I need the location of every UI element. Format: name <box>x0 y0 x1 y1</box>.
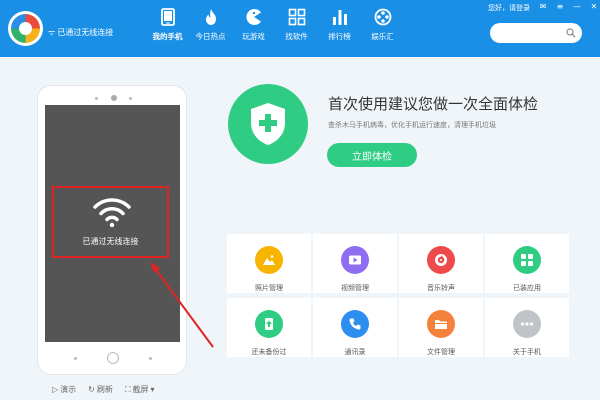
apps-icon <box>513 246 541 274</box>
tool-about-phone[interactable]: 关于手机 <box>485 298 569 357</box>
start-check-button[interactable]: 立即体检 <box>327 143 417 167</box>
app-logo[interactable] <box>8 11 43 46</box>
check-subtitle: 查杀木马手机病毒，优化手机运行速度，清理手机垃圾 <box>328 121 496 129</box>
tool-label: 已装应用 <box>513 284 541 292</box>
top-bar: ᯤ 已通过无线连接 我的手机 今日热点 玩游戏 找软件 排行榜 娱乐汇 您好，请… <box>0 0 600 57</box>
contacts-icon <box>341 310 369 338</box>
crop-icon: ⛶ <box>124 384 131 394</box>
tool-contacts[interactable]: 通讯录 <box>313 298 397 357</box>
tool-label: 音乐铃声 <box>427 284 455 292</box>
shield-plus-icon <box>251 103 285 145</box>
nav-label: 我的手机 <box>152 32 183 41</box>
nav-item-entertainment[interactable]: 娱乐汇 <box>361 8 404 50</box>
wifi-icon: ᯤ <box>48 28 56 37</box>
refresh-action[interactable]: ↻ 刷新 <box>88 384 113 395</box>
search-icon[interactable] <box>566 28 576 38</box>
music-icon <box>427 246 455 274</box>
minimize-icon[interactable]: — <box>571 2 583 12</box>
folder-icon <box>427 310 455 338</box>
message-icon[interactable]: ✉ <box>537 2 549 12</box>
tool-label: 关于手机 <box>513 348 541 356</box>
pacman-icon <box>245 9 261 25</box>
tool-music[interactable]: 音乐铃声 <box>399 234 483 293</box>
play-icon: ▷ <box>52 385 59 394</box>
phone-sensor <box>95 97 98 100</box>
tool-label: 还未备份过 <box>251 348 287 356</box>
phone-nav-bar <box>38 351 188 365</box>
chevron-down-icon[interactable]: ▾ <box>150 385 154 394</box>
tool-label: 通讯录 <box>344 348 366 356</box>
phone-icon <box>160 8 175 26</box>
wifi-status-text: 已通过无线连接 <box>82 237 139 246</box>
fire-icon <box>205 9 216 25</box>
bar-chart-icon <box>332 10 347 25</box>
demo-label: 演示 <box>60 385 77 394</box>
wifi-connected-highlight: 已通过无线连接 <box>52 186 169 258</box>
window-controls: ✉ ≡ — ✕ <box>537 2 600 12</box>
nav-item-games[interactable]: 玩游戏 <box>232 8 275 50</box>
security-shield <box>228 84 308 164</box>
tool-backup[interactable]: 还未备份过 <box>227 298 311 357</box>
backup-icon <box>255 310 283 338</box>
tool-installed-apps[interactable]: 已装应用 <box>485 234 569 293</box>
check-title: 首次使用建议您做一次全面体检 <box>328 95 539 113</box>
login-link[interactable]: 您好，请登录 <box>488 3 530 13</box>
more-icon <box>513 310 541 338</box>
phone-back-key[interactable] <box>149 357 152 360</box>
refresh-icon: ↻ <box>88 385 95 394</box>
nav-item-my-phone[interactable]: 我的手机 <box>146 8 189 50</box>
tool-label: 视频管理 <box>341 284 369 292</box>
refresh-label: 刷新 <box>96 385 113 394</box>
demo-action[interactable]: ▷ 演示 <box>52 384 76 395</box>
film-reel-icon <box>374 8 391 26</box>
tool-photos[interactable]: 照片管理 <box>227 234 311 293</box>
screenshot-action[interactable]: ⛶ 截屏 ▾ <box>125 384 155 395</box>
nav-item-ranking[interactable]: 排行榜 <box>318 8 361 50</box>
tool-label: 照片管理 <box>255 284 283 292</box>
nav-item-hot-today[interactable]: 今日热点 <box>189 8 232 50</box>
apps-grid-icon <box>288 8 305 26</box>
nav-item-software[interactable]: 找软件 <box>275 8 318 50</box>
tools-grid: 照片管理 视频管理 音乐铃声 已装应用 还未备份过 通讯录 文件管理 关于手机 <box>227 234 569 357</box>
search-box <box>490 23 582 43</box>
photo-icon <box>255 246 283 274</box>
nav-label: 找软件 <box>285 32 308 41</box>
screenshot-label: 截屏 <box>132 385 149 394</box>
phone-menu-key[interactable] <box>74 357 77 360</box>
nav-label: 玩游戏 <box>242 32 265 41</box>
tool-files[interactable]: 文件管理 <box>399 298 483 357</box>
phone-home-button[interactable] <box>107 352 119 364</box>
wifi-icon <box>93 198 131 228</box>
phone-actions: ▷ 演示 ↻ 刷新 ⛶ 截屏 ▾ <box>52 384 154 395</box>
main-nav: 我的手机 今日热点 玩游戏 找软件 排行榜 娱乐汇 <box>146 8 404 50</box>
phone-camera <box>111 95 117 101</box>
close-icon[interactable]: ✕ <box>588 2 600 12</box>
nav-label: 娱乐汇 <box>371 32 394 41</box>
phone-sensor <box>129 97 132 100</box>
connection-status-text: 已通过无线连接 <box>57 28 114 37</box>
connection-status: ᯤ 已通过无线连接 <box>48 27 113 38</box>
menu-icon[interactable]: ≡ <box>554 2 566 12</box>
nav-label: 排行榜 <box>328 32 351 41</box>
nav-label: 今日热点 <box>195 32 226 41</box>
tool-label: 文件管理 <box>427 348 455 356</box>
tool-videos[interactable]: 视频管理 <box>313 234 397 293</box>
search-input[interactable] <box>496 26 562 40</box>
video-icon <box>341 246 369 274</box>
